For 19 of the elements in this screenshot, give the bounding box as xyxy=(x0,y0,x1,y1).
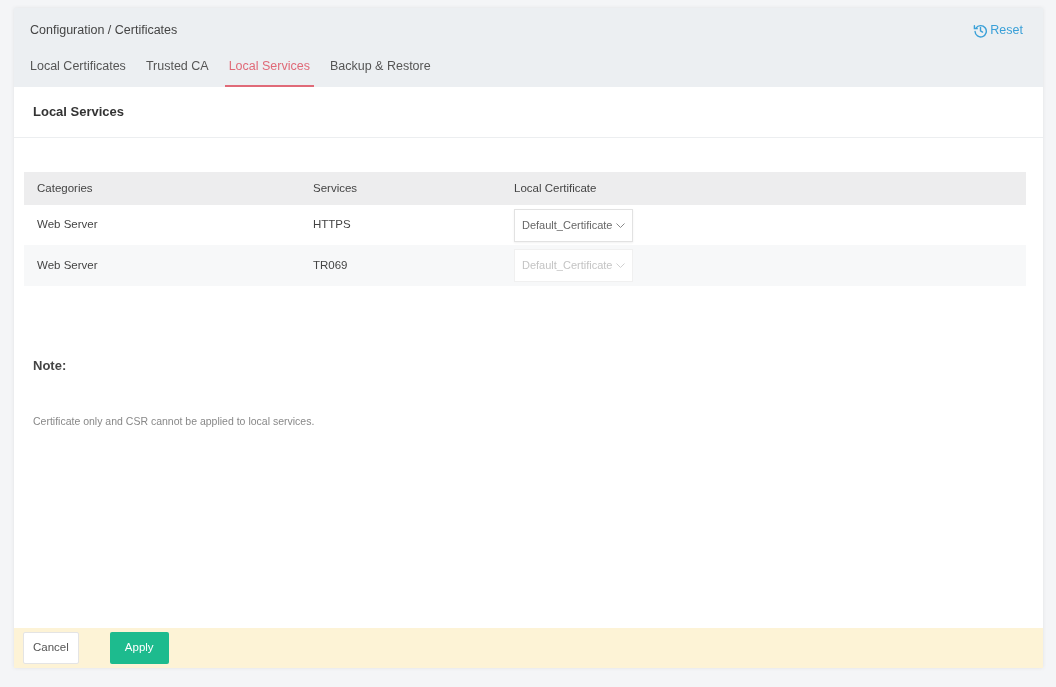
table-cell: TR069 xyxy=(313,258,348,271)
note-text: Certificate only and CSR cannot be applied to local services. xyxy=(33,413,316,429)
table-cell: Web Server xyxy=(37,258,98,271)
tab[interactable]: Local Certificates xyxy=(26,55,130,87)
column-header: Local Certificate xyxy=(514,181,597,194)
breadcrumb: Configuration / Certificates xyxy=(30,21,178,39)
tab[interactable]: Backup & Restore xyxy=(325,55,435,87)
chevron-down-icon xyxy=(615,222,625,228)
chevron-down-icon xyxy=(615,263,625,268)
table-cell: Web Server xyxy=(37,218,98,231)
panel-title: Local Services xyxy=(33,103,125,122)
table-cell: HTTPS xyxy=(313,218,351,231)
column-header: Services xyxy=(313,181,358,194)
column-header: Categories xyxy=(37,181,93,194)
history-icon xyxy=(973,22,989,38)
cancel-button[interactable]: Cancel xyxy=(23,632,79,664)
certificate-select[interactable]: Default_Certificate xyxy=(514,208,633,242)
note-title: Note: xyxy=(33,357,68,375)
tab[interactable]: Trusted CA xyxy=(141,55,213,87)
